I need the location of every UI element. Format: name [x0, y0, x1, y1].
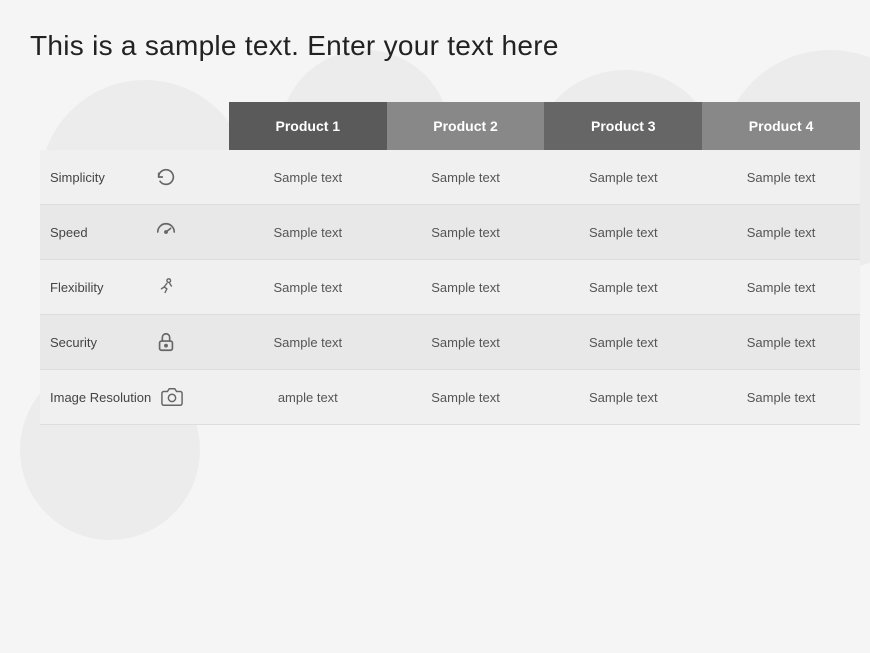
- cell-imageresolution-p4: Sample text: [702, 370, 860, 425]
- comparison-table: Product 1 Product 2 Product 3 Product 4 …: [40, 102, 860, 425]
- header-product3: Product 3: [544, 102, 702, 150]
- cell-flexibility-p4: Sample text: [702, 260, 860, 315]
- header-product4: Product 4: [702, 102, 860, 150]
- lock-icon: [153, 329, 179, 355]
- cell-imageresolution-p1: ample text: [229, 370, 387, 425]
- speed-icon: [153, 219, 179, 245]
- cell-flexibility-p2: Sample text: [387, 260, 545, 315]
- cell-flexibility-p3: Sample text: [544, 260, 702, 315]
- cell-imageresolution-p3: Sample text: [544, 370, 702, 425]
- header-product2: Product 2: [387, 102, 545, 150]
- cell-speed-p2: Sample text: [387, 205, 545, 260]
- cell-speed-p1: Sample text: [229, 205, 387, 260]
- header-empty-cell: [40, 102, 229, 150]
- cell-security-p4: Sample text: [702, 315, 860, 370]
- table-row: Flexibility Sample text: [40, 260, 860, 315]
- camera-icon: [159, 384, 185, 410]
- row-label-security: Security: [40, 315, 229, 370]
- row-label-image-resolution: Image Resolution: [40, 370, 229, 425]
- cell-flexibility-p1: Sample text: [229, 260, 387, 315]
- cell-simplicity-p4: Sample text: [702, 150, 860, 205]
- cell-imageresolution-p2: Sample text: [387, 370, 545, 425]
- cell-security-p3: Sample text: [544, 315, 702, 370]
- header-product1: Product 1: [229, 102, 387, 150]
- table-row: Speed Sample text Sample text Sample tex…: [40, 205, 860, 260]
- row-label-flexibility: Flexibility: [40, 260, 229, 315]
- row-label-simplicity: Simplicity: [40, 150, 229, 205]
- flexibility-icon: [153, 274, 179, 300]
- cell-speed-p4: Sample text: [702, 205, 860, 260]
- cell-security-p2: Sample text: [387, 315, 545, 370]
- cell-simplicity-p2: Sample text: [387, 150, 545, 205]
- cell-speed-p3: Sample text: [544, 205, 702, 260]
- cell-simplicity-p3: Sample text: [544, 150, 702, 205]
- table-row: Security Sample text Sample text Sample …: [40, 315, 860, 370]
- refresh-icon: [153, 164, 179, 190]
- page-title: This is a sample text. Enter your text h…: [30, 30, 840, 62]
- row-label-speed: Speed: [40, 205, 229, 260]
- cell-simplicity-p1: Sample text: [229, 150, 387, 205]
- table-row: Image Resolution ample text Sample text …: [40, 370, 860, 425]
- table-row: Simplicity Sample text Sample text Sampl…: [40, 150, 860, 205]
- cell-security-p1: Sample text: [229, 315, 387, 370]
